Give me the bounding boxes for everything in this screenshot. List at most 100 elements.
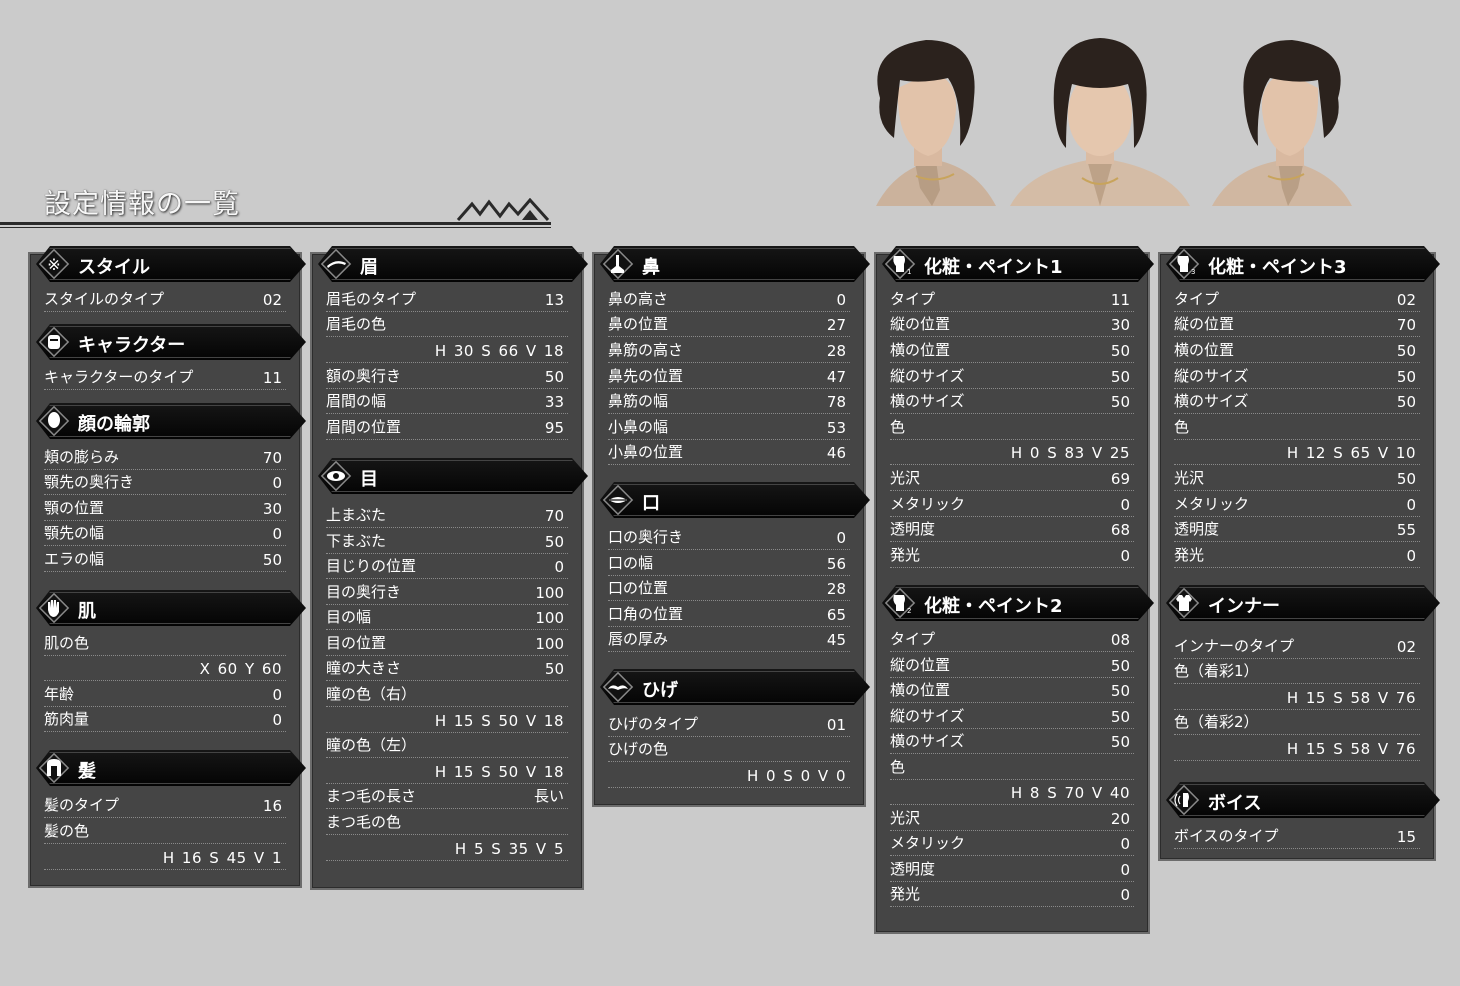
setting-row: タイプ 08 xyxy=(890,626,1134,652)
setting-row: 頬の膨らみ 70 xyxy=(44,444,286,470)
setting-row: ボイスのタイプ 15 xyxy=(1174,823,1420,849)
svg-text:1: 1 xyxy=(907,268,911,276)
setting-row: 瞳の大きさ 50 xyxy=(326,655,568,681)
setting-row: 肌の色 xyxy=(44,630,286,656)
nose-icon xyxy=(600,246,636,282)
setting-row-hsv: H 15 S 58 V 76 xyxy=(1174,684,1420,710)
setting-row: メタリック 0 xyxy=(890,830,1134,856)
face-contour-icon xyxy=(36,403,72,439)
setting-row-hsv: H 16 S 45 V 1 xyxy=(44,844,286,870)
setting-row: 年齢 0 xyxy=(44,681,286,707)
section-header-voice: ボイス xyxy=(1166,782,1440,818)
setting-row: 色 xyxy=(890,414,1134,440)
section-header-makeup-3: 3 化粧・ペイント3 xyxy=(1166,246,1440,282)
setting-row: 下まぶた 50 xyxy=(326,528,568,554)
setting-row: 色 xyxy=(890,754,1134,780)
setting-row-hsv: H 15 S 50 V 18 xyxy=(326,707,568,733)
setting-row: 光沢 20 xyxy=(890,805,1134,831)
setting-row: 横の位置 50 xyxy=(890,677,1134,703)
eye-icon xyxy=(318,458,354,494)
setting-row-hsv: H 12 S 65 V 10 xyxy=(1174,439,1420,465)
section-header-mouth: 口 xyxy=(600,482,870,518)
setting-row: 小鼻の幅 53 xyxy=(608,414,850,440)
character-portrait-side-right xyxy=(1212,40,1352,206)
section-header-makeup-1: 1 化粧・ペイント1 xyxy=(882,246,1154,282)
setting-row: 瞳の色（左） xyxy=(326,732,568,758)
setting-row: 鼻の高さ 0 xyxy=(608,286,850,312)
setting-row: 目の奥行き 100 xyxy=(326,579,568,605)
section-header-hair: 髪 xyxy=(36,750,306,786)
setting-row: 鼻先の位置 47 xyxy=(608,363,850,389)
makeup-2-icon: 2 xyxy=(882,585,918,621)
skin-hand-icon xyxy=(36,590,72,626)
setting-row: 縦の位置 30 xyxy=(890,311,1134,337)
setting-row: まつ毛の長さ 長い xyxy=(326,783,568,809)
setting-row: インナーのタイプ 02 xyxy=(1174,633,1420,659)
setting-row: 縦のサイズ 50 xyxy=(890,703,1134,729)
setting-row: 透明度 55 xyxy=(1174,516,1420,542)
section-header-eye: 目 xyxy=(318,458,588,494)
section-header-character: キャラクター xyxy=(36,324,306,360)
setting-row-hsv: H 15 S 58 V 76 xyxy=(1174,735,1420,761)
setting-row: 髪の色 xyxy=(44,818,286,844)
setting-row-hsv: H 5 S 35 V 5 xyxy=(326,835,568,861)
voice-icon xyxy=(1166,782,1202,818)
setting-row: 鼻の位置 27 xyxy=(608,311,850,337)
setting-row: 顎先の奥行き 0 xyxy=(44,469,286,495)
setting-row: 鼻筋の幅 78 xyxy=(608,388,850,414)
setting-row: 発光 0 xyxy=(890,881,1134,907)
style-icon: ※ xyxy=(36,246,72,282)
setting-row: 縦の位置 70 xyxy=(1174,311,1420,337)
setting-row: 横のサイズ 50 xyxy=(890,728,1134,754)
setting-row: 横のサイズ 50 xyxy=(890,388,1134,414)
title-underline-thin xyxy=(0,227,551,228)
character-icon xyxy=(36,324,72,360)
setting-row: 光沢 69 xyxy=(890,465,1134,491)
setting-row: 透明度 0 xyxy=(890,856,1134,882)
setting-row: ひげの色 xyxy=(608,736,850,762)
section-header-style: ※ スタイル xyxy=(36,246,306,282)
makeup-1-icon: 1 xyxy=(882,246,918,282)
settings-column-4: 1 化粧・ペイント1 タイプ 11 縦の位置 30 横の位置 50 縦のサイズ 50 横… xyxy=(874,252,1150,934)
setting-row: タイプ 02 xyxy=(1174,286,1420,312)
setting-row: 眉間の幅 33 xyxy=(326,388,568,414)
svg-text:3: 3 xyxy=(1191,268,1195,276)
setting-row: 上まぶた 70 xyxy=(326,502,568,528)
section-header-eyebrow: 眉 xyxy=(318,246,588,282)
setting-row: 縦のサイズ 50 xyxy=(1174,363,1420,389)
setting-row: 横の位置 50 xyxy=(1174,337,1420,363)
setting-row: 横のサイズ 50 xyxy=(1174,388,1420,414)
setting-row: 口の幅 56 xyxy=(608,550,850,576)
inner-wear-icon xyxy=(1166,585,1202,621)
hair-icon xyxy=(36,750,72,786)
setting-row: 口の奥行き 0 xyxy=(608,524,850,550)
setting-row: 眉毛のタイプ 13 xyxy=(326,286,568,312)
section-title: スタイル xyxy=(78,257,150,278)
setting-row: 目の幅 100 xyxy=(326,604,568,630)
character-portrait-front xyxy=(1010,38,1190,206)
setting-row: 唇の厚み 45 xyxy=(608,626,850,652)
setting-row-xy: X 60 Y 60 xyxy=(44,655,286,681)
setting-row: 色（着彩1） xyxy=(1174,658,1420,684)
section-header-nose: 鼻 xyxy=(600,246,870,282)
setting-row: 発光 0 xyxy=(890,542,1134,568)
setting-row-hsv: H 0 S 83 V 25 xyxy=(890,439,1134,465)
setting-row: 縦のサイズ 50 xyxy=(890,363,1134,389)
setting-row: タイプ 11 xyxy=(890,286,1134,312)
setting-row: 髪のタイプ 16 xyxy=(44,792,286,818)
setting-row: まつ毛の色 xyxy=(326,809,568,835)
section-header-inner: インナー xyxy=(1166,585,1440,621)
setting-row: 横の位置 50 xyxy=(890,337,1134,363)
settings-column-2: 眉 眉毛のタイプ 13 眉毛の色 H 30 S 66 V 18 額の奥行き 50 眉… xyxy=(310,252,584,890)
setting-row: 色（着彩2） xyxy=(1174,709,1420,735)
beard-icon xyxy=(600,669,636,705)
setting-row: 眉間の位置 95 xyxy=(326,414,568,440)
setting-row: 色 xyxy=(1174,414,1420,440)
setting-row: 顎先の幅 0 xyxy=(44,520,286,546)
setting-row: 透明度 68 xyxy=(890,516,1134,542)
setting-row: エラの幅 50 xyxy=(44,546,286,572)
setting-row: 口角の位置 65 xyxy=(608,601,850,627)
eyebrow-icon xyxy=(318,246,354,282)
settings-column-5: 3 化粧・ペイント3 タイプ 02 縦の位置 70 横の位置 50 縦のサイズ 50 横… xyxy=(1158,252,1436,861)
setting-row: 眉毛の色 xyxy=(326,311,568,337)
